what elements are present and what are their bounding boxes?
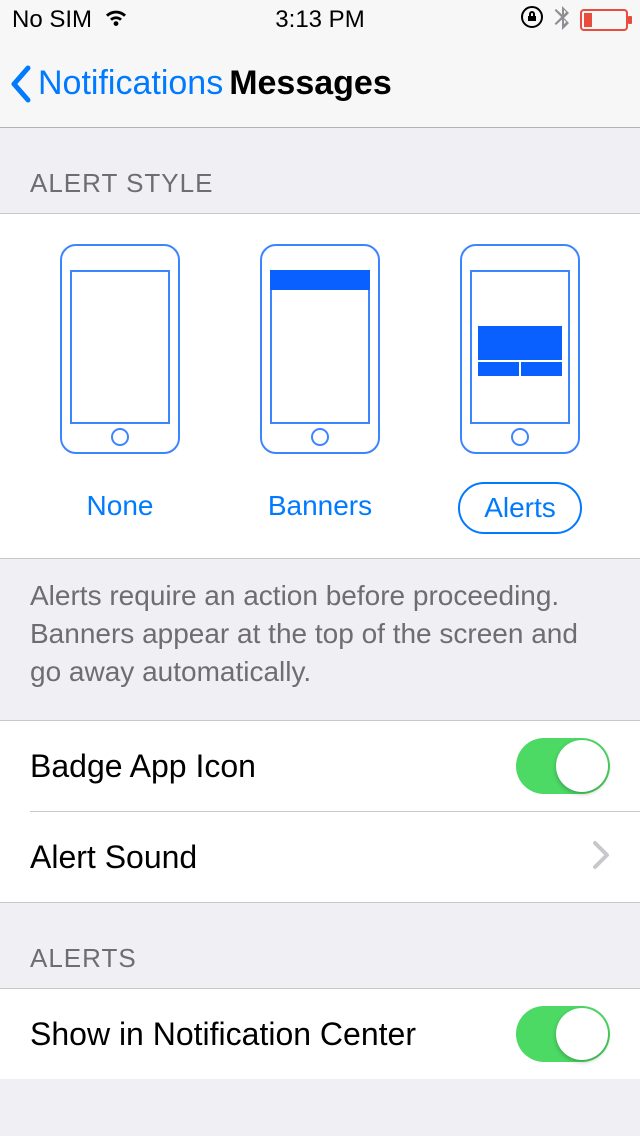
orientation-lock-icon [520, 5, 544, 36]
nav-bar: Notifications Messages [0, 40, 640, 128]
badge-app-icon-label: Badge App Icon [30, 748, 256, 785]
section-header-alerts: ALERTS [0, 903, 640, 988]
back-button[interactable]: Notifications [8, 64, 223, 104]
phone-alerts-icon [460, 244, 580, 454]
section-header-alert-style: ALERT STYLE [0, 128, 640, 213]
show-in-nc-toggle[interactable] [516, 1006, 610, 1062]
alert-sound-label: Alert Sound [30, 839, 197, 876]
alert-style-alerts[interactable]: Alerts [430, 244, 610, 534]
clock-text: 3:13 PM [275, 6, 364, 34]
phone-banners-icon [260, 244, 380, 454]
show-in-nc-label: Show in Notification Center [30, 1016, 416, 1053]
page-title: Messages [229, 64, 392, 103]
alert-style-none[interactable]: None [30, 244, 210, 534]
settings-group-1: Badge App Icon Alert Sound [0, 720, 640, 903]
alert-style-group: None Banners Alerts [0, 213, 640, 559]
alert-style-alerts-label: Alerts [458, 482, 582, 534]
back-label: Notifications [38, 64, 223, 103]
chevron-right-icon [592, 835, 610, 880]
wifi-icon [102, 6, 130, 35]
badge-app-icon-toggle[interactable] [516, 738, 610, 794]
row-show-in-notification-center: Show in Notification Center [0, 989, 640, 1079]
alerts-group: Show in Notification Center [0, 988, 640, 1079]
alert-style-banners[interactable]: Banners [230, 244, 410, 534]
row-alert-sound[interactable]: Alert Sound [0, 812, 640, 902]
phone-none-icon [60, 244, 180, 454]
alert-style-none-label: None [63, 482, 178, 530]
bluetooth-icon [554, 4, 570, 37]
status-bar: No SIM 3:13 PM [0, 0, 640, 40]
carrier-text: No SIM [12, 6, 92, 34]
alert-style-banners-label: Banners [244, 482, 396, 530]
battery-icon [580, 9, 628, 31]
row-badge-app-icon: Badge App Icon [0, 721, 640, 811]
alert-style-footer: Alerts require an action before proceedi… [0, 559, 640, 720]
